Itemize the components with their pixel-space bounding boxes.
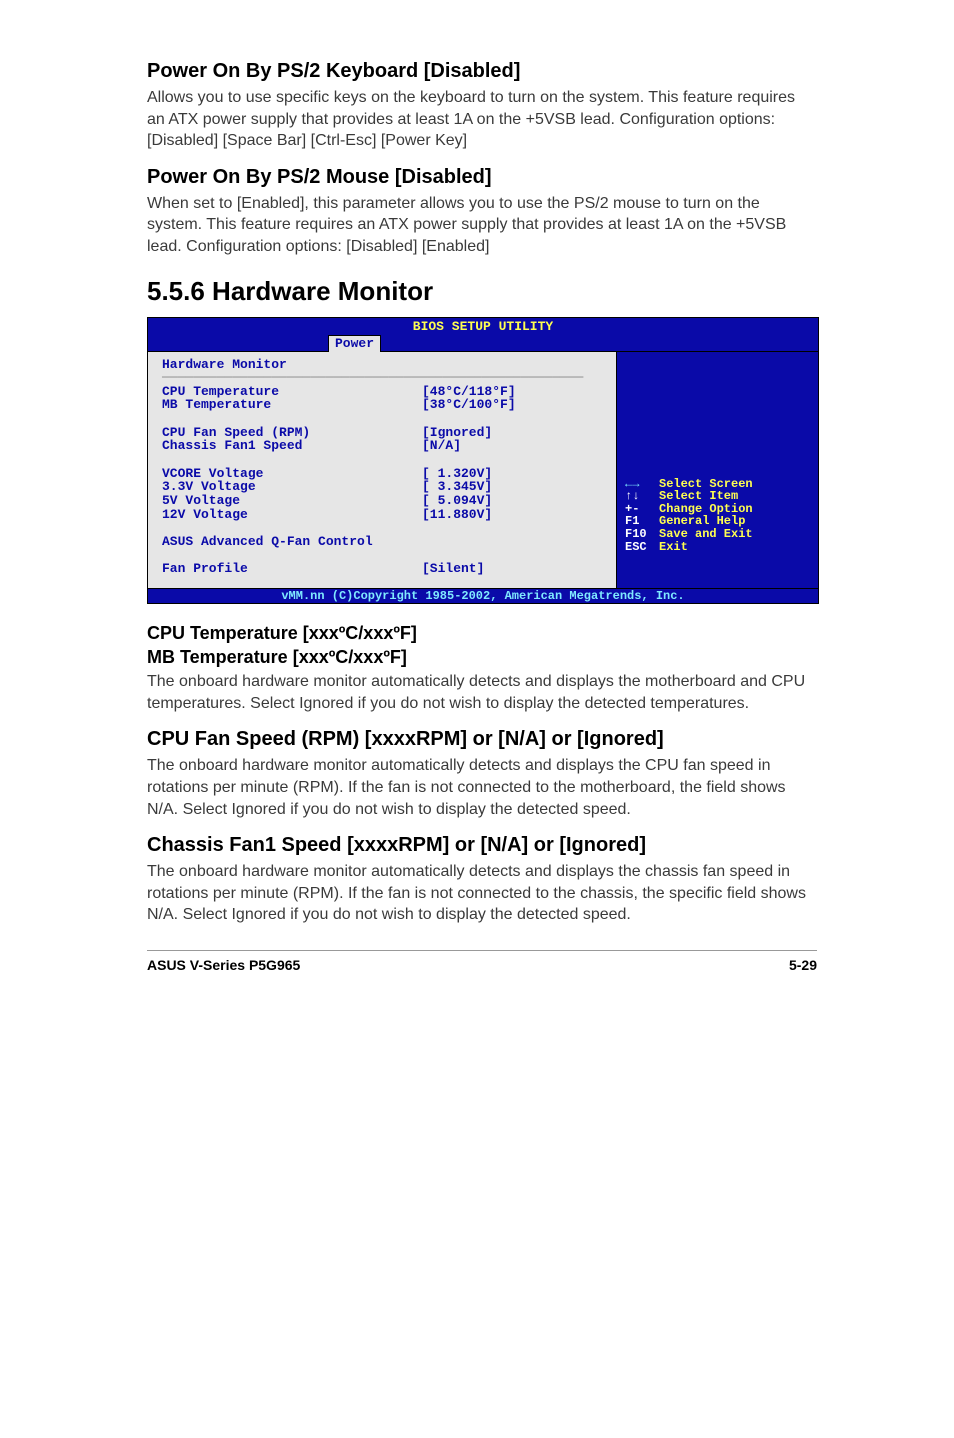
heading-hardware-monitor: 5.5.6 Hardware Monitor (147, 276, 817, 307)
footer-product: ASUS V-Series P5G965 (147, 957, 300, 973)
bios-title: BIOS SETUP UTILITY (148, 319, 818, 334)
bios-screenshot: BIOS SETUP UTILITY Power Hardware Monito… (147, 317, 819, 605)
bios-titlebar: BIOS SETUP UTILITY Power (148, 318, 818, 351)
footer-page-number: 5-29 (789, 957, 817, 973)
bios-row (162, 411, 422, 426)
bios-copyright: vMM.nn (C)Copyright 1985-2002, American … (148, 588, 818, 604)
heading-chassis-fan: Chassis Fan1 Speed [xxxxRPM] or [N/A] or… (147, 834, 817, 857)
bios-row: ASUS Advanced Q-Fan Control (162, 534, 422, 549)
paragraph-power-mouse: When set to [Enabled], this parameter al… (147, 193, 817, 258)
bios-tab-power: Power (328, 335, 381, 352)
heading-power-keyboard: Power On By PS/2 Keyboard [Disabled] (147, 60, 817, 83)
paragraph-cpu-temp: The onboard hardware monitor automatical… (147, 671, 817, 714)
bios-help-row: F10Save and Exit (625, 528, 810, 541)
bios-row (162, 520, 422, 535)
paragraph-power-keyboard: Allows you to use specific keys on the k… (147, 87, 817, 152)
bios-help-row: ESCExit (625, 541, 810, 554)
heading-cpu-temp: CPU Temperature [xxxºC/xxxºF] MB Tempera… (147, 622, 817, 669)
paragraph-cpu-fan: The onboard hardware monitor automatical… (147, 755, 817, 820)
page-footer: ASUS V-Series P5G965 5-29 (147, 950, 817, 973)
heading-power-mouse: Power On By PS/2 Mouse [Disabled] (147, 166, 817, 189)
bios-left-panel: Hardware Monitor ───────────────────────… (148, 352, 617, 588)
paragraph-chassis-fan: The onboard hardware monitor automatical… (147, 861, 817, 926)
bios-help-panel: ←→Select Screen ↑↓Select Item +-Change O… (617, 352, 818, 588)
bios-row (162, 452, 422, 467)
heading-cpu-fan: CPU Fan Speed (RPM) [xxxxRPM] or [N/A] o… (147, 728, 817, 751)
bios-row: Fan Profile[Silent] (162, 561, 484, 576)
